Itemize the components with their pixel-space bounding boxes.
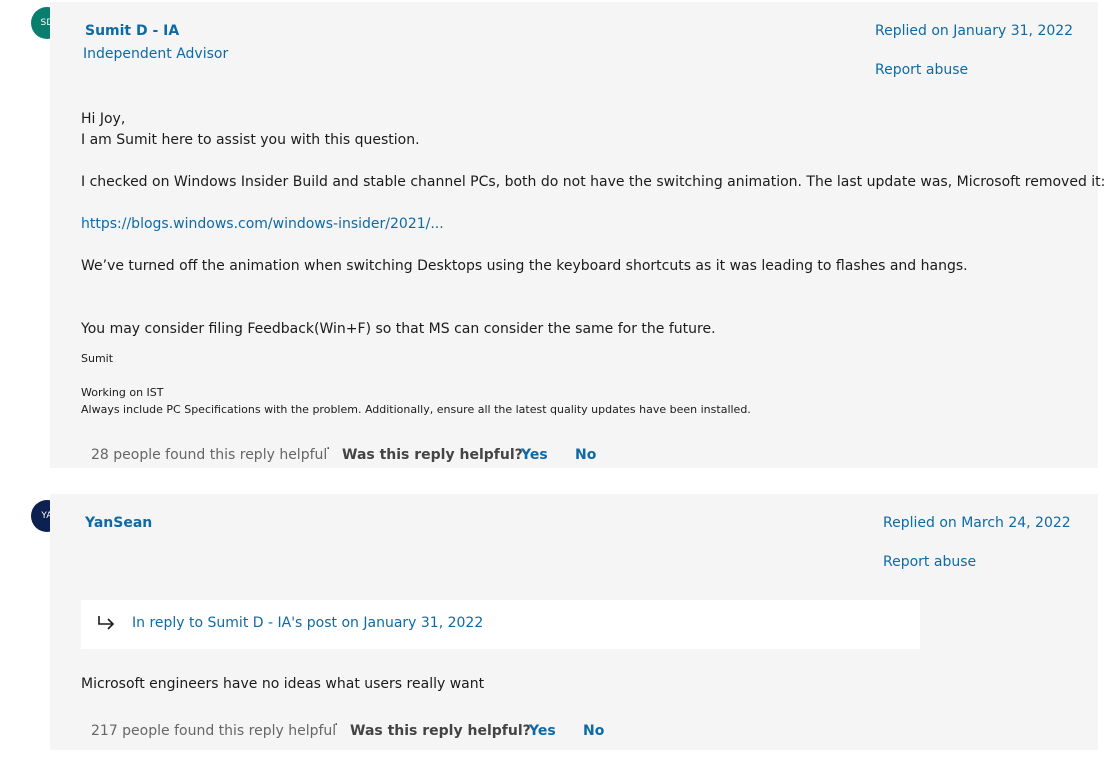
separator-dot: ·	[334, 717, 339, 733]
reply-text: Microsoft engineers have no ideas what u…	[81, 676, 485, 692]
reply-greeting: Hi Joy,	[81, 111, 126, 127]
blog-link[interactable]: https://blogs.windows.com/windows-inside…	[81, 216, 444, 232]
reply-paragraph: We’ve turned off the animation when swit…	[81, 258, 968, 274]
reply-date-link[interactable]: Replied on March 24, 2022	[883, 515, 1071, 531]
author-name[interactable]: Sumit D - IA	[85, 23, 179, 39]
author-role[interactable]: Independent Advisor	[83, 46, 228, 62]
helpful-count: 217 people found this reply helpful	[91, 723, 337, 739]
signature-name: Sumit	[81, 352, 114, 365]
no-button[interactable]: No	[583, 723, 604, 739]
no-button[interactable]: No	[575, 447, 596, 463]
in-reply-to-link[interactable]: In reply to Sumit D - IA's post on Janua…	[132, 615, 483, 631]
reply-intro: I am Sumit here to assist you with this …	[81, 132, 420, 148]
helpful-count: 28 people found this reply helpful	[91, 447, 328, 463]
reply-arrow-icon	[98, 616, 115, 630]
reply-paragraph: You may consider filing Feedback(Win+F) …	[81, 321, 716, 337]
reply-date-link[interactable]: Replied on January 31, 2022	[875, 23, 1073, 39]
signature-line: Working on IST	[81, 386, 164, 399]
signature-line: Always include PC Specifications with th…	[81, 403, 751, 416]
separator-dot: ·	[326, 441, 331, 457]
reply-card: YanSean Replied on March 24, 2022 Report…	[50, 494, 1098, 750]
helpful-question: Was this reply helpful?	[342, 447, 523, 463]
helpful-question: Was this reply helpful?	[350, 723, 531, 739]
yes-button[interactable]: Yes	[529, 723, 556, 739]
report-abuse-link[interactable]: Report abuse	[875, 62, 968, 78]
author-name[interactable]: YanSean	[85, 515, 152, 531]
report-abuse-link[interactable]: Report abuse	[883, 554, 976, 570]
reply-card: Sumit D - IA Independent Advisor Replied…	[50, 2, 1105, 468]
yes-button[interactable]: Yes	[521, 447, 548, 463]
in-reply-to-box: In reply to Sumit D - IA's post on Janua…	[81, 600, 920, 649]
reply-paragraph: I checked on Windows Insider Build and s…	[81, 174, 1106, 190]
